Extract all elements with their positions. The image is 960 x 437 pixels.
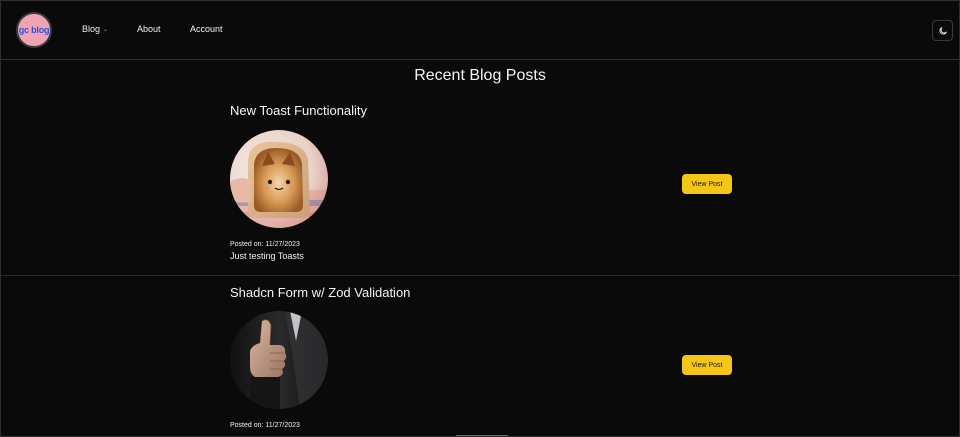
post-description: Just testing Toasts: [230, 251, 304, 261]
blog-post-card: New Toast Functionality View Post Posted…: [1, 93, 959, 276]
view-post-button[interactable]: View Post: [682, 174, 732, 194]
post-date: Posted on: 11/27/2023: [230, 422, 300, 429]
nav-about[interactable]: About: [137, 24, 161, 34]
nav-account[interactable]: Account: [190, 24, 223, 34]
nav-blog-dropdown[interactable]: Blog ⌄: [82, 24, 108, 34]
post-title: Shadcn Form w/ Zod Validation: [230, 285, 411, 300]
site-logo[interactable]: gc blog: [16, 12, 52, 48]
view-post-button[interactable]: View Post: [682, 355, 732, 375]
page-title: Recent Blog Posts: [414, 67, 546, 84]
top-nav: gc blog Blog ⌄ About Account: [1, 1, 959, 60]
theme-toggle-button[interactable]: [932, 20, 953, 41]
post-title: New Toast Functionality: [230, 103, 368, 118]
post-date: Posted on: 11/27/2023: [230, 241, 300, 248]
nav-blog-label: Blog: [82, 24, 101, 34]
toast-cat-image: [230, 130, 328, 228]
chevron-down-icon: ⌄: [103, 27, 109, 33]
page: gc blog Blog ⌄ About Account Recent Blog …: [0, 0, 960, 437]
moon-icon: [939, 26, 947, 34]
logo-text: gc blog: [18, 25, 50, 35]
blog-post-card: Shadcn Form w/ Zod Validation View Post …: [1, 276, 959, 436]
thumbs-up-image: [230, 311, 328, 409]
